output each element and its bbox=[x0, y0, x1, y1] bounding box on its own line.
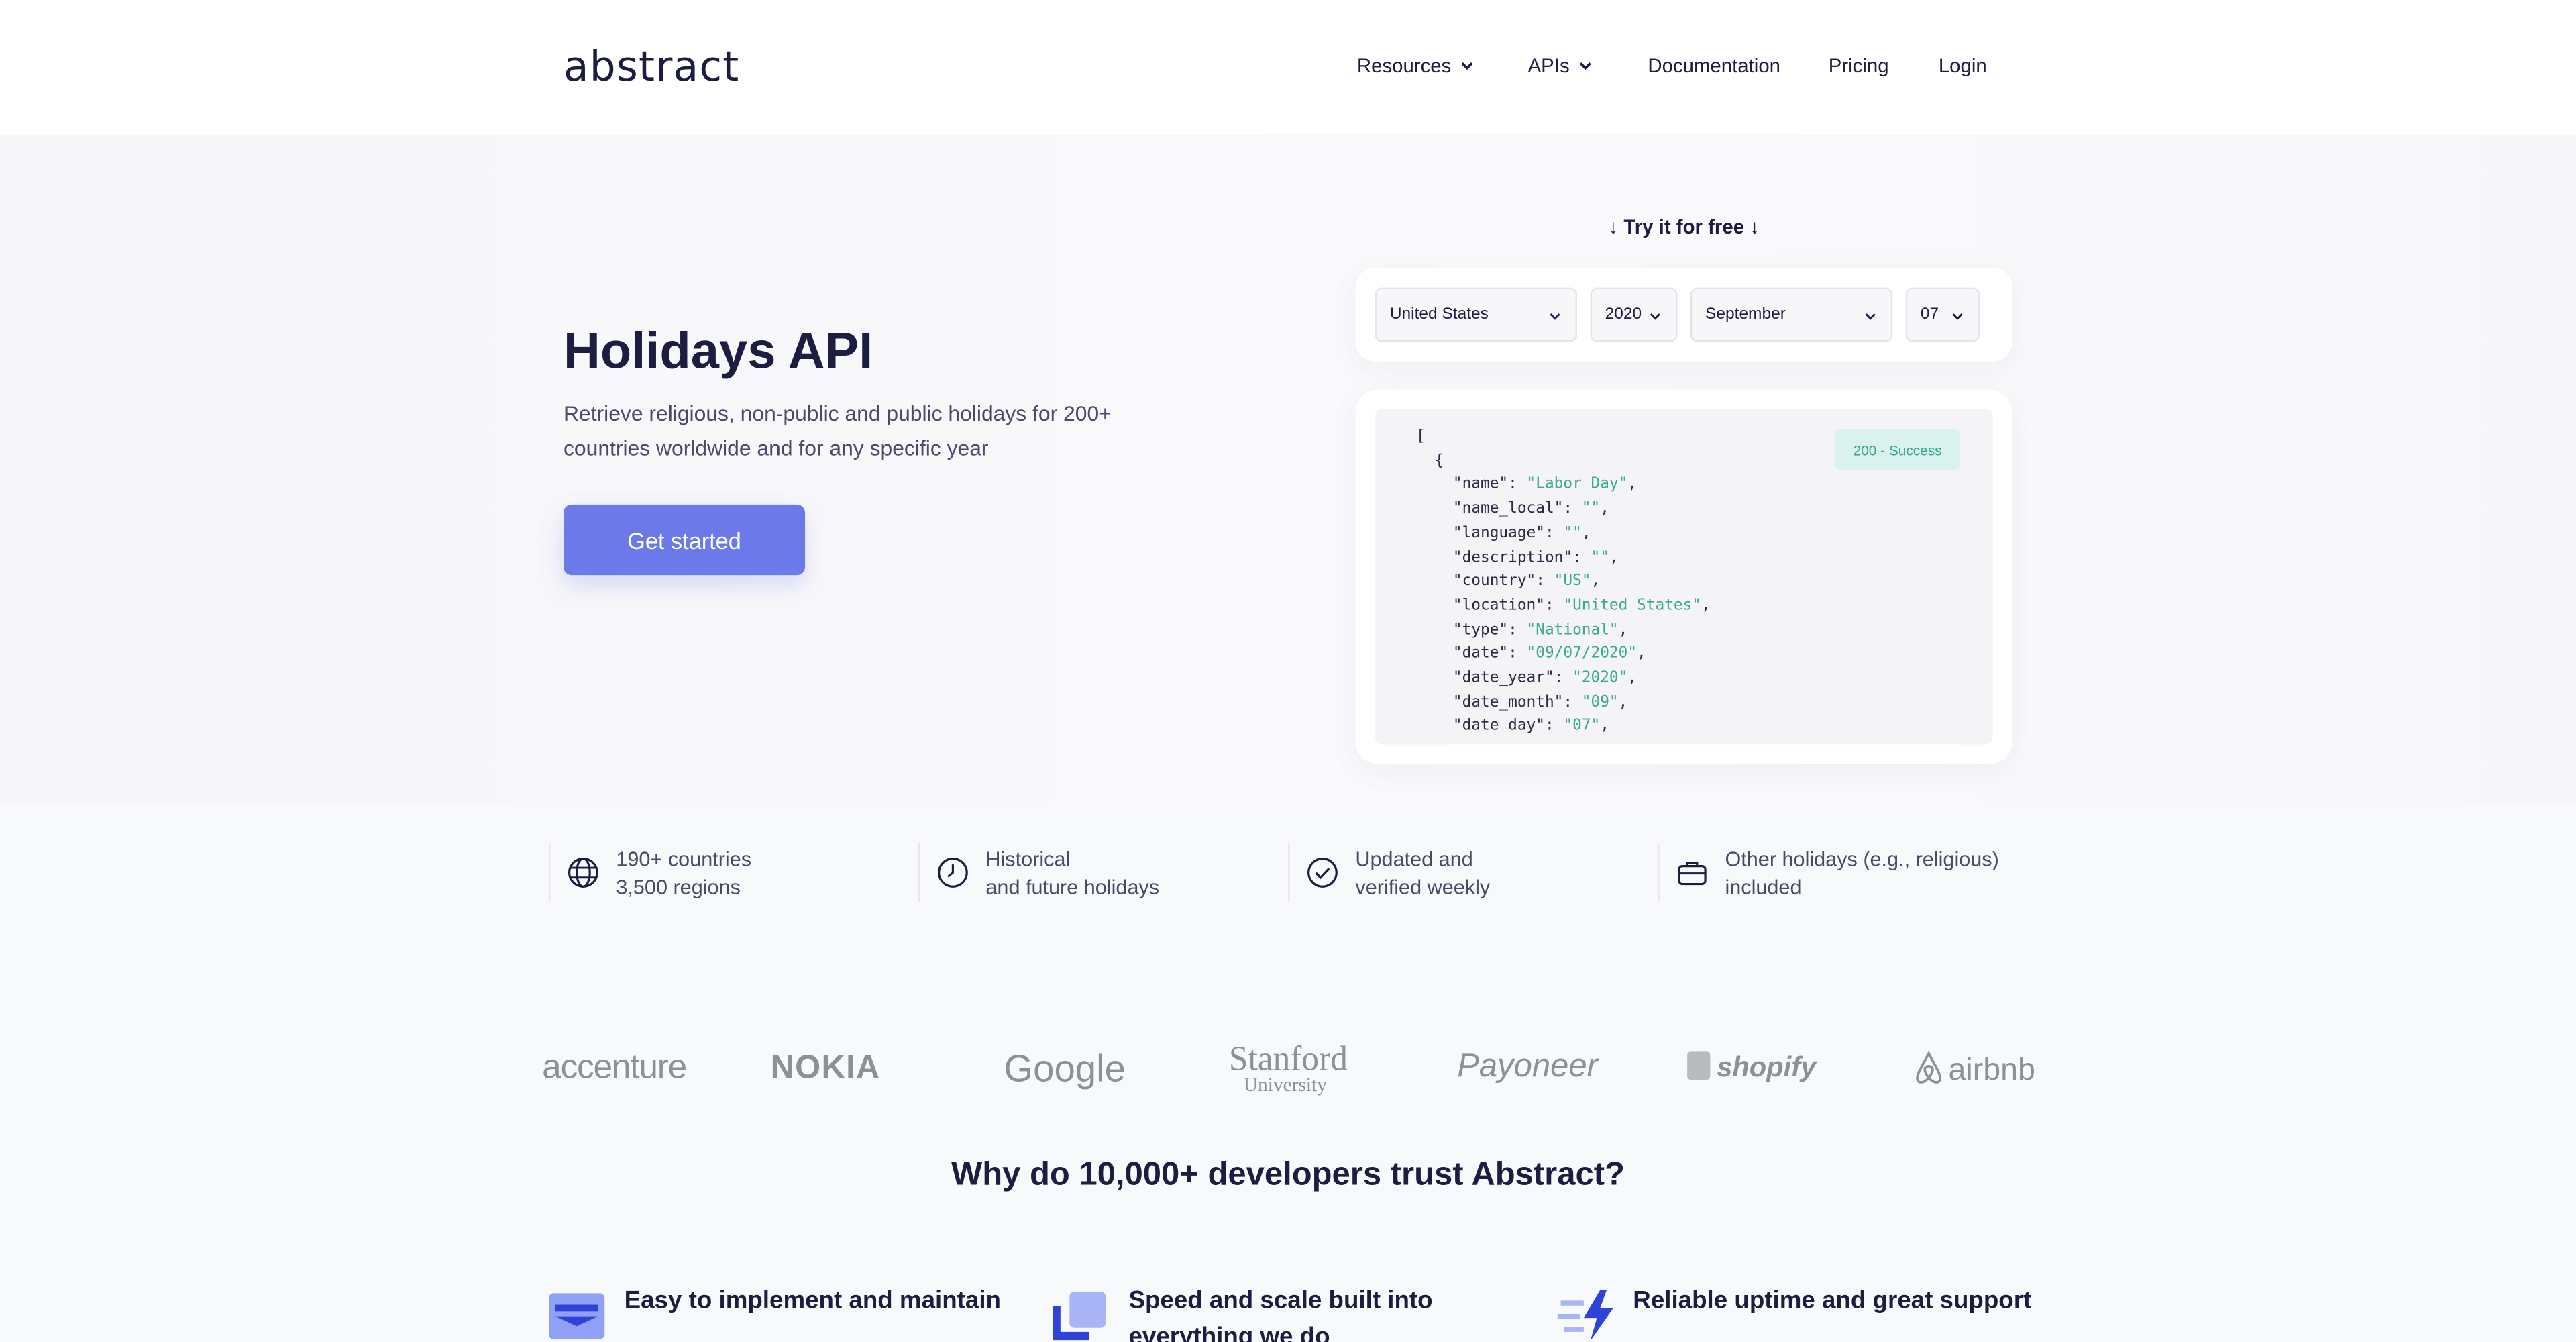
feature-line2: verified weekly bbox=[1355, 875, 1491, 898]
year-select-value: 2020 bbox=[1605, 305, 1642, 324]
nav-apis[interactable]: APIs bbox=[1528, 54, 1595, 77]
nav-pricing-label: Pricing bbox=[1828, 54, 1889, 78]
chevron-down-icon bbox=[1952, 313, 1963, 320]
feature-other-holidays: Other holidays (e.g., religious) included bbox=[1658, 843, 2044, 902]
month-select[interactable]: September bbox=[1690, 287, 1893, 342]
accenture-logo: accenture bbox=[542, 1048, 687, 1086]
nav-pricing[interactable]: Pricing bbox=[1829, 54, 1889, 77]
nav-resources-label: Resources bbox=[1356, 54, 1452, 78]
status-badge: 200 - Success bbox=[1835, 429, 1960, 470]
airbnb-logo: airbnb bbox=[1913, 1050, 2035, 1090]
nav-resources[interactable]: Resources bbox=[1357, 54, 1476, 77]
feature-line2: included bbox=[1725, 875, 1802, 898]
chevron-down-icon bbox=[1462, 62, 1474, 70]
benefit-title: Reliable uptime and great support bbox=[1633, 1286, 2032, 1315]
feature-text: Updated and verified weekly bbox=[1355, 846, 1490, 900]
response-card: [ { "name": "Labor Day", "name_local": "… bbox=[1355, 389, 2013, 764]
feature-line1: Historical bbox=[985, 847, 1071, 871]
nokia-logo: NOKIA bbox=[770, 1049, 881, 1086]
feature-text: 190+ countries 3,500 regions bbox=[616, 846, 751, 900]
benefit-title: Easy to implement and maintain bbox=[624, 1286, 1001, 1315]
try-it-label: ↓ Try it for free ↓ bbox=[1608, 215, 1760, 239]
site-header: abstract Resources APIs Documentation Pr… bbox=[0, 0, 2576, 135]
feature-historical: Historical and future holidays bbox=[918, 843, 1288, 902]
feature-line1: 190+ countries bbox=[616, 847, 752, 871]
features-row: 190+ countries 3,500 regions Historical an… bbox=[548, 843, 2044, 902]
feature-line1: Updated and bbox=[1355, 847, 1473, 871]
page-title: Holidays API bbox=[564, 322, 873, 380]
nav-login[interactable]: Login bbox=[1939, 54, 1987, 77]
country-select[interactable]: United States bbox=[1375, 287, 1578, 342]
nav-login-label: Login bbox=[1938, 54, 1987, 78]
chevron-down-icon bbox=[1865, 313, 1876, 320]
globe-icon bbox=[568, 858, 598, 888]
day-select-value: 07 bbox=[1920, 305, 1939, 324]
airbnb-text: airbnb bbox=[1948, 1053, 2035, 1088]
nav-apis-label: APIs bbox=[1527, 54, 1570, 78]
feature-countries: 190+ countries 3,500 regions bbox=[548, 843, 918, 902]
shopify-bag-icon bbox=[1687, 1051, 1711, 1080]
chevron-down-icon bbox=[1580, 62, 1592, 70]
chevron-down-icon bbox=[1550, 313, 1560, 320]
airbnb-belo-icon bbox=[1916, 1050, 1942, 1084]
day-select[interactable]: 07 bbox=[1905, 287, 1980, 342]
stack-icon bbox=[1053, 1291, 1106, 1341]
nav-documentation-label: Documentation bbox=[1648, 54, 1781, 78]
customer-logos: accenture NOKIA Google Stanford Universi… bbox=[0, 1035, 2576, 1101]
google-logo: Google bbox=[1004, 1047, 1126, 1090]
stanford-university-text: University bbox=[1243, 1073, 1327, 1096]
chevron-down-icon bbox=[1650, 313, 1660, 320]
get-started-button[interactable]: Get started bbox=[564, 504, 806, 576]
month-select-value: September bbox=[1705, 305, 1786, 324]
benefit-title: Speed and scale built into everything we… bbox=[1128, 1286, 1433, 1342]
json-code: [ { "name": "Labor Day", "name_local": "… bbox=[1416, 427, 1711, 735]
nav-documentation[interactable]: Documentation bbox=[1648, 54, 1780, 77]
shopify-text: shopify bbox=[1717, 1051, 1817, 1083]
why-heading: Why do 10,000+ developers trust Abstract… bbox=[951, 1157, 1625, 1193]
feature-text: Historical and future holidays bbox=[985, 846, 1159, 900]
feature-line2: and future holidays bbox=[985, 875, 1160, 898]
demo-selectors-card: United States 2020 September 07 bbox=[1355, 268, 2013, 362]
check-circle-icon bbox=[1307, 858, 1338, 888]
year-select[interactable]: 2020 bbox=[1590, 287, 1678, 342]
abstract-logo[interactable]: abstract bbox=[564, 43, 739, 91]
feature-line1: Other holidays (e.g., religious) bbox=[1725, 847, 1999, 871]
feature-updated: Updated and verified weekly bbox=[1288, 843, 1658, 902]
lightning-icon bbox=[1557, 1290, 1613, 1341]
hero-subtitle: Retrieve religious, non-public and publi… bbox=[564, 401, 1112, 460]
shopify-logo: shopify bbox=[1687, 1051, 1816, 1084]
clock-icon bbox=[938, 858, 968, 888]
json-response[interactable]: [ { "name": "Labor Day", "name_local": "… bbox=[1375, 409, 1993, 745]
feature-text: Other holidays (e.g., religious) included bbox=[1725, 846, 1998, 900]
layers-icon bbox=[548, 1293, 605, 1339]
country-select-value: United States bbox=[1389, 305, 1489, 324]
hero-section bbox=[0, 134, 2576, 806]
feature-line2: 3,500 regions bbox=[616, 875, 741, 898]
payoneer-logo: Payoneer bbox=[1457, 1048, 1598, 1085]
briefcase-icon bbox=[1678, 862, 1707, 886]
